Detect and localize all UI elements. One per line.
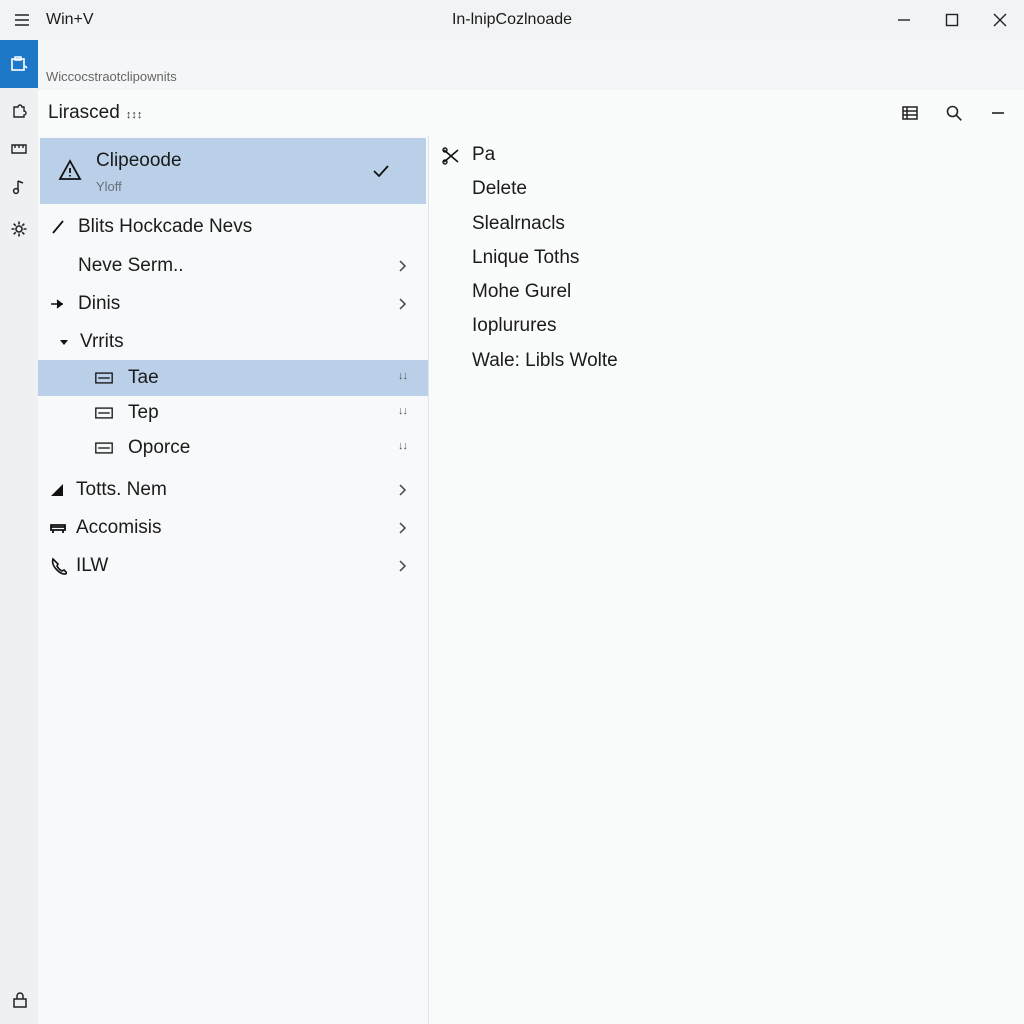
lock-icon[interactable] xyxy=(10,990,30,1010)
list-item-selected[interactable]: Tae ↓↓ xyxy=(38,360,428,396)
item-shortcut: ↓↓ xyxy=(398,405,408,417)
window-title: In-lnipCozlnoade xyxy=(451,11,573,28)
chevron-right-icon xyxy=(399,560,407,572)
music-icon xyxy=(12,180,24,195)
maximize-button[interactable] xyxy=(932,6,972,34)
action-item[interactable]: Lnique Toths xyxy=(472,247,579,269)
nav-rail xyxy=(0,40,39,1024)
list-item[interactable]: Neve Serm.. xyxy=(38,248,428,284)
selected-clip-card[interactable]: Clipeoode Yloff xyxy=(40,138,426,204)
rail-item-addons[interactable] xyxy=(0,96,38,126)
keyboard-icon xyxy=(94,403,114,423)
list-icon xyxy=(902,106,918,120)
item-shortcut: ↓↓ xyxy=(398,440,408,452)
search-icon xyxy=(946,105,962,121)
keyboard-icon xyxy=(11,144,27,154)
action-item[interactable]: Slealrnacls xyxy=(472,213,565,235)
list-item[interactable]: Totts. Nem xyxy=(38,472,428,508)
list-item[interactable]: Oporce ↓↓ xyxy=(38,430,428,466)
rail-item-settings[interactable] xyxy=(0,214,38,244)
arrow-right-icon xyxy=(48,294,68,314)
clip-subtitle: Yloff xyxy=(96,179,122,194)
item-shortcut: ↓↓ xyxy=(398,370,408,382)
page-title: Lirasced ↕↕↕ xyxy=(48,102,143,123)
rail-item-keyboard[interactable] xyxy=(0,134,38,164)
minimize-button[interactable] xyxy=(884,6,924,34)
clipboard-icon xyxy=(11,56,28,71)
phone-icon xyxy=(48,556,68,576)
keyboard-icon xyxy=(94,438,114,458)
puzzle-icon xyxy=(13,104,27,118)
sofa-icon xyxy=(48,518,68,538)
keyboard-icon xyxy=(94,368,114,388)
chevron-right-icon xyxy=(399,484,407,496)
chevron-right-icon xyxy=(399,260,407,272)
maximize-icon xyxy=(945,13,959,27)
action-item[interactable]: Mohe Gurel xyxy=(472,281,571,303)
list-item[interactable]: ILW xyxy=(38,548,428,584)
list-item[interactable]: Tep ↓↓ xyxy=(38,395,428,431)
gear-icon xyxy=(11,221,27,237)
cut-icon xyxy=(442,147,459,165)
list-item[interactable]: Dinis xyxy=(38,286,428,322)
detail-panel: Pa Delete Slealrnacls Lnique Toths Mohe … xyxy=(429,136,1024,1024)
chevron-right-icon xyxy=(399,522,407,534)
triangle-icon xyxy=(48,480,68,500)
action-item[interactable]: Ioplurures xyxy=(472,315,557,337)
close-icon xyxy=(993,13,1007,27)
clipboard-list: Clipeoode Yloff Blits Hockcade Nevs Neve… xyxy=(38,136,429,1024)
minimize-icon xyxy=(898,19,910,21)
close-button[interactable] xyxy=(980,6,1020,34)
caret-down-icon xyxy=(54,332,74,352)
header-suffix: ↕↕↕ xyxy=(125,109,143,121)
chevron-right-icon xyxy=(399,298,407,310)
action-item[interactable]: Wale: Libls Wolte xyxy=(472,350,618,372)
pencil-icon xyxy=(48,217,68,237)
list-item[interactable]: Accomisis xyxy=(38,510,428,546)
list-view-button[interactable] xyxy=(896,100,924,126)
subtitle-text: Wiccocstraotclipownits xyxy=(46,69,177,84)
list-group-header[interactable]: Vrrits xyxy=(38,324,428,360)
title-bar: Win+V In-lnipCozlnoade xyxy=(0,0,1024,40)
action-paste[interactable]: Pa xyxy=(472,144,495,166)
rail-item-music[interactable] xyxy=(0,172,38,202)
action-delete[interactable]: Delete xyxy=(472,178,527,200)
checkmark-icon xyxy=(373,165,389,178)
subtitle-strip: Wiccocstraotclipownits xyxy=(38,40,1024,88)
search-button[interactable] xyxy=(940,100,968,126)
clip-title: Clipeoode xyxy=(96,150,182,171)
minus-icon xyxy=(992,112,1004,114)
collapse-button[interactable] xyxy=(984,100,1012,126)
panel-header: Lirasced ↕↕↕ xyxy=(38,90,1024,136)
warning-icon xyxy=(58,159,82,180)
rail-item-clipboard[interactable] xyxy=(0,40,38,88)
list-item[interactable]: Blits Hockcade Nevs xyxy=(38,209,428,245)
